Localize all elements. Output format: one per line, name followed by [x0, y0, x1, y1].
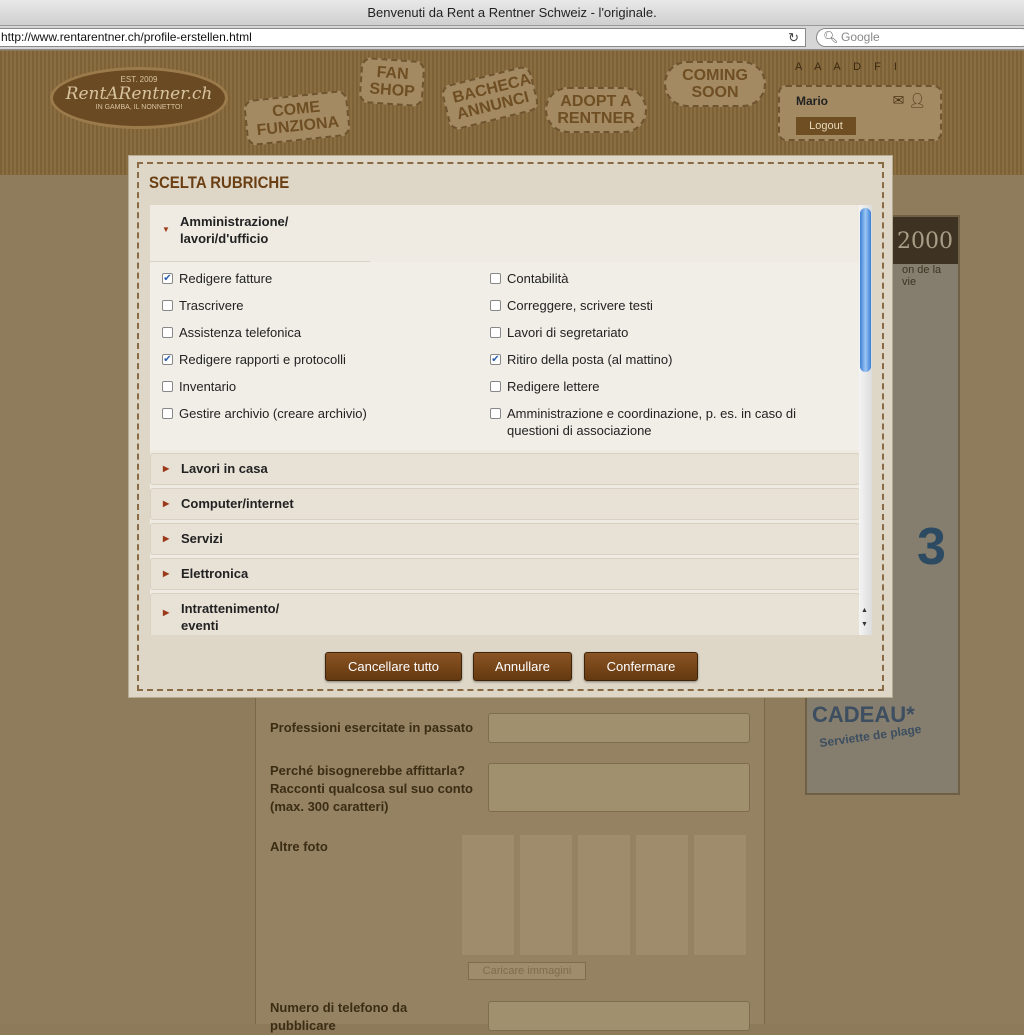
url-text: http://www.rentarentner.ch/profile-erste…: [1, 30, 252, 44]
category-checkbox-item[interactable]: ✔ Redigere fatture: [162, 270, 273, 287]
section-items: ✔ Redigere fatture Contabilità Trascrivere C…: [150, 262, 860, 450]
photos-label: Altre foto: [270, 839, 328, 854]
checkbox-label: Assistenza telefonica: [179, 325, 302, 340]
checkbox[interactable]: [490, 408, 501, 419]
nav-come-funziona[interactable]: COME FUNZIONA: [242, 89, 352, 147]
phone-input[interactable]: [488, 1001, 750, 1031]
list-scrollbar[interactable]: ▲ ▼: [859, 205, 872, 635]
address-bar[interactable]: http://www.rentarentner.ch/profile-erste…: [0, 28, 806, 47]
checkbox-label: Gestire archivio (creare archivio): [179, 406, 367, 421]
category-checkbox-item[interactable]: Contabilità: [490, 270, 827, 287]
checkbox[interactable]: [162, 300, 173, 311]
checkbox-label: Inventario: [179, 379, 237, 394]
logo-name: RentARentner.ch: [65, 84, 213, 104]
user-box: Mario ✉ 👤︎ Logout: [778, 85, 942, 141]
checkbox-label: Amministrazione e coordinazione, p. es. …: [507, 406, 797, 438]
checkbox[interactable]: [490, 300, 501, 311]
scrollbar-thumb[interactable]: [860, 208, 871, 372]
dialog-title: SCELTA RUBRICHE: [149, 173, 290, 192]
checkbox[interactable]: ✔: [162, 273, 173, 284]
confirm-button[interactable]: Confermare: [584, 652, 698, 681]
checkbox-label: Contabilità: [507, 271, 569, 286]
checkbox-label: Trascrivere: [179, 298, 244, 313]
checkbox[interactable]: ✔: [490, 354, 501, 365]
checkbox[interactable]: [162, 327, 173, 338]
scroll-down-icon[interactable]: ▼: [861, 621, 868, 628]
cancel-button[interactable]: Annullare: [473, 652, 572, 681]
section-computer-internet[interactable]: ▶ Computer/internet: [150, 488, 860, 520]
checkbox[interactable]: [490, 381, 501, 392]
photo-slots[interactable]: [462, 835, 752, 955]
category-checkbox-item[interactable]: Assistenza telefonica: [162, 324, 302, 341]
category-checkbox-item[interactable]: Lavori di segretariato: [490, 324, 827, 341]
nav-bacheca-annunci[interactable]: BACHECA ANNUNCI: [439, 64, 541, 132]
category-list: ▼ Amministrazione/ lavori/d'ufficio ✔ Red…: [150, 205, 860, 635]
section-label: Amministrazione/ lavori/d'ufficio: [180, 214, 289, 246]
browser-toolbar: http://www.rentarentner.ch/profile-erste…: [0, 26, 1024, 50]
phone-label: Numero di telefono da pubblicare: [270, 1000, 408, 1033]
category-checkbox-item[interactable]: Inventario: [162, 378, 237, 395]
category-checkbox-item[interactable]: Correggere, scrivere testi: [490, 297, 827, 314]
expanded-arrow-icon: ▼: [162, 225, 170, 234]
collapsed-arrow-icon: ▶: [163, 608, 170, 617]
why-label: Perché bisognerebbe affittarla? Racconti…: [270, 763, 473, 814]
search-field[interactable]: 🔍︎ Google: [816, 28, 1024, 47]
category-checkbox-item[interactable]: Amministrazione e coordinazione, p. es. …: [490, 405, 827, 439]
section-header-amministrazione[interactable]: ▼ Amministrazione/ lavori/d'ufficio: [150, 205, 370, 262]
collapsed-arrow-icon: ▶: [163, 569, 170, 578]
collapsed-arrow-icon: ▶: [163, 534, 170, 543]
language-font-selector[interactable]: A A A D F I: [795, 61, 902, 73]
section-intrattenimento[interactable]: ▶ Intrattenimento/ eventi: [150, 593, 860, 635]
past-jobs-label: Professioni esercitate in passato: [270, 720, 474, 735]
past-jobs-input[interactable]: [488, 713, 750, 743]
section-servizi[interactable]: ▶ Servizi: [150, 523, 860, 555]
section-elettronica[interactable]: ▶ Elettronica: [150, 558, 860, 590]
section-label: Lavori in casa: [181, 461, 268, 476]
checkbox-label: Correggere, scrivere testi: [507, 298, 653, 313]
scroll-up-icon[interactable]: ▲: [861, 607, 868, 614]
username: Mario: [796, 94, 829, 108]
checkbox[interactable]: [162, 408, 173, 419]
category-dialog: SCELTA RUBRICHE ▼ Amministrazione/ lavor…: [128, 155, 893, 698]
upload-images-button[interactable]: Caricare immagini: [468, 962, 586, 980]
checkbox-label: Ritiro della posta (al mattino): [507, 352, 673, 367]
checkbox[interactable]: [162, 381, 173, 392]
clear-all-button[interactable]: Cancellare tutto: [325, 652, 462, 681]
section-label: Intrattenimento/ eventi: [181, 601, 280, 633]
nav-fan-shop[interactable]: FAN SHOP: [358, 56, 426, 108]
section-label: Elettronica: [181, 566, 249, 581]
category-checkbox-item[interactable]: Trascrivere: [162, 297, 244, 314]
checkbox[interactable]: ✔: [162, 354, 173, 365]
section-label: Computer/internet: [181, 496, 294, 511]
logo[interactable]: EST. 2009 RentARentner.ch IN GAMBA, IL N…: [50, 67, 228, 129]
why-textarea[interactable]: [488, 763, 750, 812]
nav-adopt-a-rentner[interactable]: ADOPT A RENTNER: [545, 87, 647, 133]
category-checkbox-item[interactable]: ✔ Redigere rapporti e protocolli: [162, 351, 346, 368]
checkbox-label: Lavori di segretariato: [507, 325, 629, 340]
logout-button[interactable]: Logout: [796, 117, 856, 135]
reload-icon[interactable]: ↻: [788, 29, 799, 46]
logo-est: EST. 2009: [120, 75, 158, 84]
checkbox-label: Redigere lettere: [507, 379, 600, 394]
search-icon: 🔍︎: [823, 30, 839, 44]
section-label: Servizi: [181, 531, 223, 546]
checkbox-label: Redigere rapporti e protocolli: [179, 352, 346, 367]
search-placeholder: Google: [841, 30, 880, 44]
collapsed-arrow-icon: ▶: [163, 499, 170, 508]
checkbox[interactable]: [490, 273, 501, 284]
collapsed-arrow-icon: ▶: [163, 464, 170, 473]
category-checkbox-item[interactable]: ✔ Ritiro della posta (al mattino): [490, 351, 827, 368]
window-title: Benvenuti da Rent a Rentner Schweiz - l'…: [0, 0, 1024, 26]
nav-coming-soon[interactable]: COMING SOON: [664, 61, 766, 107]
checkbox[interactable]: [490, 327, 501, 338]
mail-profile-icon[interactable]: ✉ 👤︎: [893, 92, 926, 109]
ad-number: 3: [917, 518, 946, 576]
category-checkbox-item[interactable]: Redigere lettere: [490, 378, 827, 395]
section-lavori-in-casa[interactable]: ▶ Lavori in casa: [150, 453, 860, 485]
category-checkbox-item[interactable]: Gestire archivio (creare archivio): [162, 405, 367, 422]
logo-tagline: IN GAMBA, IL NONNETTO!: [95, 104, 183, 111]
checkbox-label: Redigere fatture: [179, 271, 273, 286]
